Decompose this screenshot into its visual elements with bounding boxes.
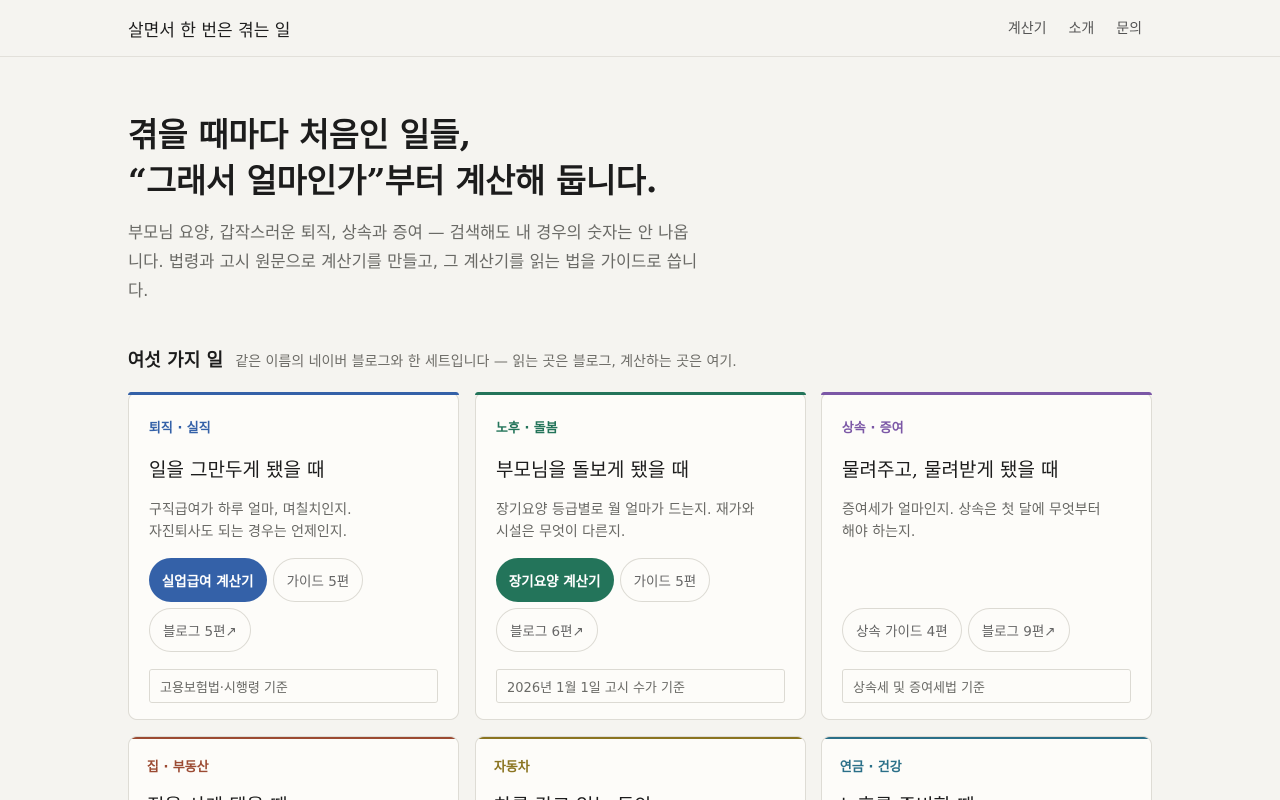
- guide-button[interactable]: 가이드 5편: [272, 558, 364, 602]
- blog-link-button[interactable]: 블로그 6편↗: [496, 608, 598, 652]
- nav-contact[interactable]: 문의: [1116, 18, 1142, 38]
- card-category: 상속 · 증여: [842, 421, 904, 436]
- card-elder-care: 노후 · 돌봄 부모님을 돌보게 됐을 때 장기요양 등급별로 월 얼마가 드는…: [475, 392, 806, 720]
- card-desc-line: 시설은 무엇이 다른지.: [496, 524, 626, 540]
- card-actions: 상속 가이드 4편 블로그 9편↗: [842, 608, 1142, 652]
- card-category: 연금 · 건강: [840, 760, 902, 775]
- card-basis-note: 고용보험법·시행령 기준: [149, 669, 438, 703]
- section-title: 여섯 가지 일: [128, 350, 224, 371]
- card-title: 부모님을 돌보게 됐을 때: [496, 459, 689, 481]
- card-car: 자동차 차를 갖고 있는 동안: [475, 736, 806, 800]
- card-accent-line: [128, 392, 459, 395]
- card-basis-note: 상속세 및 증여세법 기준: [842, 669, 1131, 703]
- inheritance-guide-button[interactable]: 상속 가이드 4편: [842, 608, 962, 652]
- card-title: 일을 그만두게 됐을 때: [149, 459, 325, 481]
- card-desc-line: 구직급여가 하루 얼마, 며칠치인지.: [149, 502, 352, 518]
- card-category: 노후 · 돌봄: [496, 421, 558, 436]
- card-title: 물려주고, 물려받게 됐을 때: [842, 459, 1059, 481]
- card-desc-line: 해야 하는지.: [842, 524, 916, 540]
- card-title: 집을 사게 됐을 때: [147, 791, 287, 800]
- long-term-care-calculator-button[interactable]: 장기요양 계산기: [496, 558, 614, 602]
- card-description: 장기요양 등급별로 월 얼마가 드는지. 재가와 시설은 무엇이 다른지.: [496, 499, 791, 543]
- card-retirement: 퇴직 · 실직 일을 그만두게 됐을 때 구직급여가 하루 얼마, 며칠치인지.…: [128, 392, 459, 720]
- hero-title-line2: “그래서 얼마인가”부터 계산해 둡니다.: [128, 161, 657, 200]
- nav-calculators[interactable]: 계산기: [1008, 18, 1047, 38]
- blog-link-button[interactable]: 블로그 5편↗: [149, 608, 251, 652]
- card-desc-line: 증여세가 얼마인지. 상속은 첫 달에 무엇부터: [842, 502, 1101, 518]
- card-accent-line: [129, 737, 458, 739]
- guide-button[interactable]: 가이드 5편: [619, 558, 711, 602]
- card-desc-line: 자진퇴사도 되는 경우는 언제인지.: [149, 524, 348, 540]
- hero-description: 부모님 요양, 갑작스러운 퇴직, 상속과 증여 — 검색해도 내 경우의 숫자…: [128, 223, 698, 300]
- card-accent-line: [822, 737, 1151, 739]
- main-nav: 계산기 소개 문의: [1008, 18, 1142, 38]
- card-category: 퇴직 · 실직: [149, 421, 211, 436]
- section-subtitle: 같은 이름의 네이버 블로그와 한 세트입니다 — 읽는 곳은 블로그, 계산하…: [235, 354, 737, 370]
- section-header: 여섯 가지 일 같은 이름의 네이버 블로그와 한 세트입니다 — 읽는 곳은 …: [128, 346, 737, 372]
- card-actions: 실업급여 계산기 가이드 5편 블로그 5편↗: [149, 558, 449, 652]
- top-bar: 살면서 한 번은 겪는 일 계산기 소개 문의: [0, 0, 1280, 57]
- nav-about[interactable]: 소개: [1068, 18, 1094, 38]
- card-pension: 연금 · 건강 노후를 준비할 때: [821, 736, 1152, 800]
- card-inheritance: 상속 · 증여 물려주고, 물려받게 됐을 때 증여세가 얼마인지. 상속은 첫…: [821, 392, 1152, 720]
- site-brand[interactable]: 살면서 한 번은 겪는 일: [128, 16, 290, 41]
- card-title: 노후를 준비할 때: [840, 791, 974, 800]
- card-description: 구직급여가 하루 얼마, 며칠치인지. 자진퇴사도 되는 경우는 언제인지.: [149, 499, 444, 543]
- hero-title: 겪을 때마다 처음인 일들, “그래서 얼마인가”부터 계산해 둡니다.: [128, 112, 1028, 204]
- unemployment-calculator-button[interactable]: 실업급여 계산기: [149, 558, 267, 602]
- card-housing: 집 · 부동산 집을 사게 됐을 때: [128, 736, 459, 800]
- card-category: 집 · 부동산: [147, 760, 209, 775]
- card-accent-line: [475, 392, 806, 395]
- card-title: 차를 갖고 있는 동안: [494, 791, 652, 800]
- hero-title-line1: 겪을 때마다 처음인 일들,: [128, 115, 471, 154]
- card-desc-line: 장기요양 등급별로 월 얼마가 드는지. 재가와: [496, 502, 755, 518]
- card-category: 자동차: [494, 760, 530, 775]
- card-actions: 장기요양 계산기 가이드 5편 블로그 6편↗: [496, 558, 796, 652]
- blog-link-button[interactable]: 블로그 9편↗: [967, 608, 1070, 652]
- card-accent-line: [476, 737, 805, 739]
- card-accent-line: [821, 392, 1152, 395]
- card-basis-note: 2026년 1월 1일 고시 수가 기준: [496, 669, 785, 703]
- card-description: 증여세가 얼마인지. 상속은 첫 달에 무엇부터 해야 하는지.: [842, 499, 1137, 543]
